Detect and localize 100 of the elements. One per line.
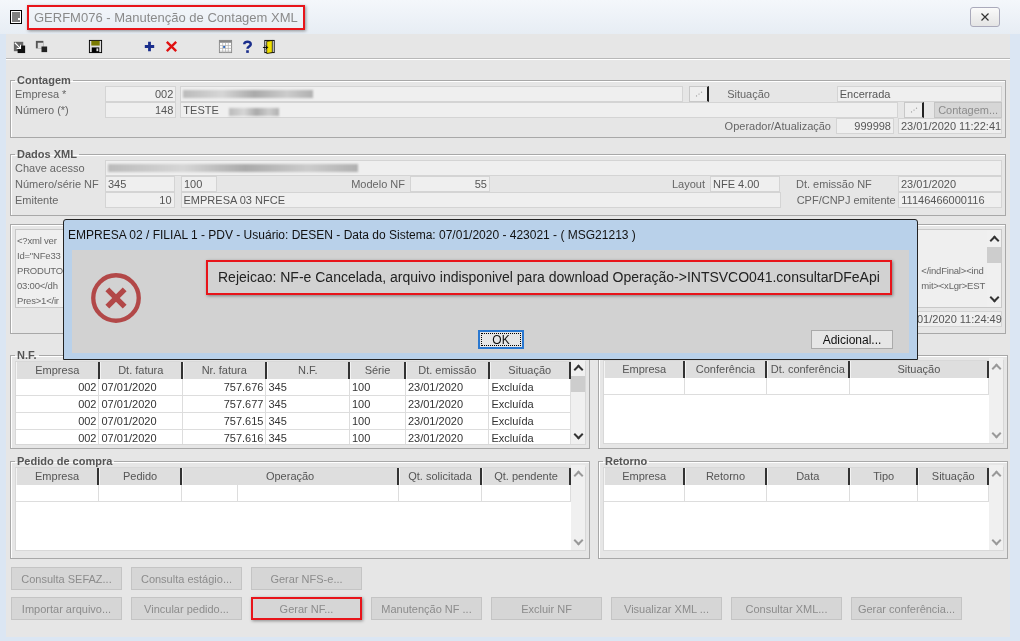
windows-icon[interactable] [34,38,49,54]
scrollbar[interactable] [989,465,1003,550]
text-field[interactable]: 23/01/2020 [898,176,1002,192]
field-label: Operador/Atualização [724,119,831,134]
error-message: Rejeicao: NF-e Cancelada, arquivo indisponivel para download Operação->INTSVCO041.consultarDFeApi [206,260,892,295]
xml-text-line: </indFinal><ind [921,264,985,278]
text-field[interactable] [180,86,684,102]
column-header[interactable]: Nr. fatura [183,362,267,379]
table-cell: 07/01/2020 [99,396,183,413]
dots-icon [693,89,704,99]
field-label: Empresa * [15,87,68,102]
group-title: Pedido de compra [16,455,114,467]
xml-text-line: Pres>1</ir [17,294,60,308]
help-icon[interactable] [240,38,255,54]
column-header[interactable]: Pedido [99,468,183,485]
text-field[interactable]: NFE 4.00 [710,176,780,192]
table-cell: 757.676 [182,379,267,396]
field-label: Situação [727,87,771,102]
table-cell: 757.616 [182,430,267,444]
table-cell: 23/01/2020 [405,430,490,444]
blurred-text [228,107,279,116]
xml-text-line: mit><xLgr>EST [921,279,985,293]
table-cell: 100 [349,413,406,430]
text-field[interactable]: 55 [410,176,490,192]
text-field[interactable]: 100 [181,176,217,192]
column-header[interactable]: Situação [849,361,989,378]
column-header[interactable]: Empresa [604,468,686,485]
group-title: Dados XML [16,148,78,160]
table-cell: 757.615 [182,413,267,430]
table-cell: Excluída [489,413,571,430]
text-field[interactable]: TESTE [180,102,899,118]
text-field[interactable]: 002 [104,86,177,102]
text-field[interactable]: 999998 [836,118,894,134]
text-field[interactable]: 11146466000116 [898,192,1002,208]
text-field[interactable] [105,160,1002,176]
save-icon[interactable] [88,38,103,54]
table-cell: 07/01/2020 [99,413,183,430]
column-header[interactable]: Dt. conferência [766,361,850,378]
table-cell: 100 [349,379,406,396]
column-header[interactable]: Qt. pendente [482,468,571,485]
column-header[interactable]: Operação [182,468,399,485]
lookup-button[interactable] [904,102,925,118]
column-header[interactable]: Conferência [685,361,767,378]
window-title: GERFM076 - Manutenção de Contagem XML [27,4,305,30]
text-field[interactable]: EMPRESA 03 NFCE [180,192,781,208]
column-header[interactable]: Retorno [685,468,767,485]
field-label: Número/série NF [15,177,100,192]
xml-text-line: Id="NFe33 [17,249,62,263]
table-cell: 002 [16,396,100,413]
column-header[interactable]: Qt. solicitada [399,468,483,485]
table-cell: 345 [266,430,350,444]
column-header[interactable]: Situação [489,362,571,379]
table-cell: 100 [349,396,406,413]
document-icon [8,9,24,25]
table-cell: Excluída [489,379,571,396]
text-field[interactable]: 10 [104,192,175,208]
xml-text-line: <?xml ver [17,234,58,248]
table-cell: 07/01/2020 [99,379,183,396]
scrollbar[interactable] [989,358,1003,443]
column-header[interactable]: Empresa [16,468,100,485]
column-header[interactable]: Dt. fatura [99,362,183,379]
group-title: Retorno [604,455,649,467]
table-cell: 23/01/2020 [405,379,490,396]
dialog-button[interactable]: Adicional... [811,330,893,349]
table-cell: 23/01/2020 [405,396,490,413]
field-label: Número (*) [15,103,70,118]
column-header[interactable]: Situação [918,468,989,485]
field-value: TESTE [183,103,219,117]
text-field[interactable]: 345 [105,176,175,192]
table-cell: 07/01/2020 [99,430,183,444]
calendar-icon[interactable] [218,38,233,54]
exit-door-icon[interactable] [262,38,277,54]
table-cell: Excluída [489,396,571,413]
table-cell: 345 [266,413,350,430]
column-header[interactable]: Data [766,468,850,485]
column-header[interactable]: Dt. emissão [406,362,490,379]
column-header[interactable]: Empresa [16,362,100,379]
dialog-button[interactable]: OK [478,330,524,349]
scrollbar[interactable] [571,359,585,444]
delete-icon[interactable] [164,38,179,54]
column-header[interactable]: Série [350,362,406,379]
column-header[interactable]: N.F. [266,362,350,379]
dots-icon [908,105,919,115]
text-field[interactable]: Encerrada [836,86,1002,102]
table-cell [182,485,238,502]
table-cell: Excluída [489,430,571,444]
column-header[interactable]: Empresa [604,361,686,378]
xml-text-line: PRODUTO [17,264,63,278]
table-cell: 345 [266,396,350,413]
lookup-button[interactable] [689,86,710,102]
column-header[interactable]: Tipo [849,468,919,485]
table-cell: 757.677 [182,396,267,413]
table-cell: 100 [349,430,406,444]
text-field[interactable]: 148 [104,102,177,118]
table-cell: 002 [16,379,100,396]
field-label: Layout [671,177,706,192]
field-label: Modelo NF [350,177,406,192]
close-button[interactable] [970,7,1000,27]
scrollbar[interactable] [571,465,585,550]
text-field[interactable]: 23/01/2020 11:22:41 [898,118,1002,134]
